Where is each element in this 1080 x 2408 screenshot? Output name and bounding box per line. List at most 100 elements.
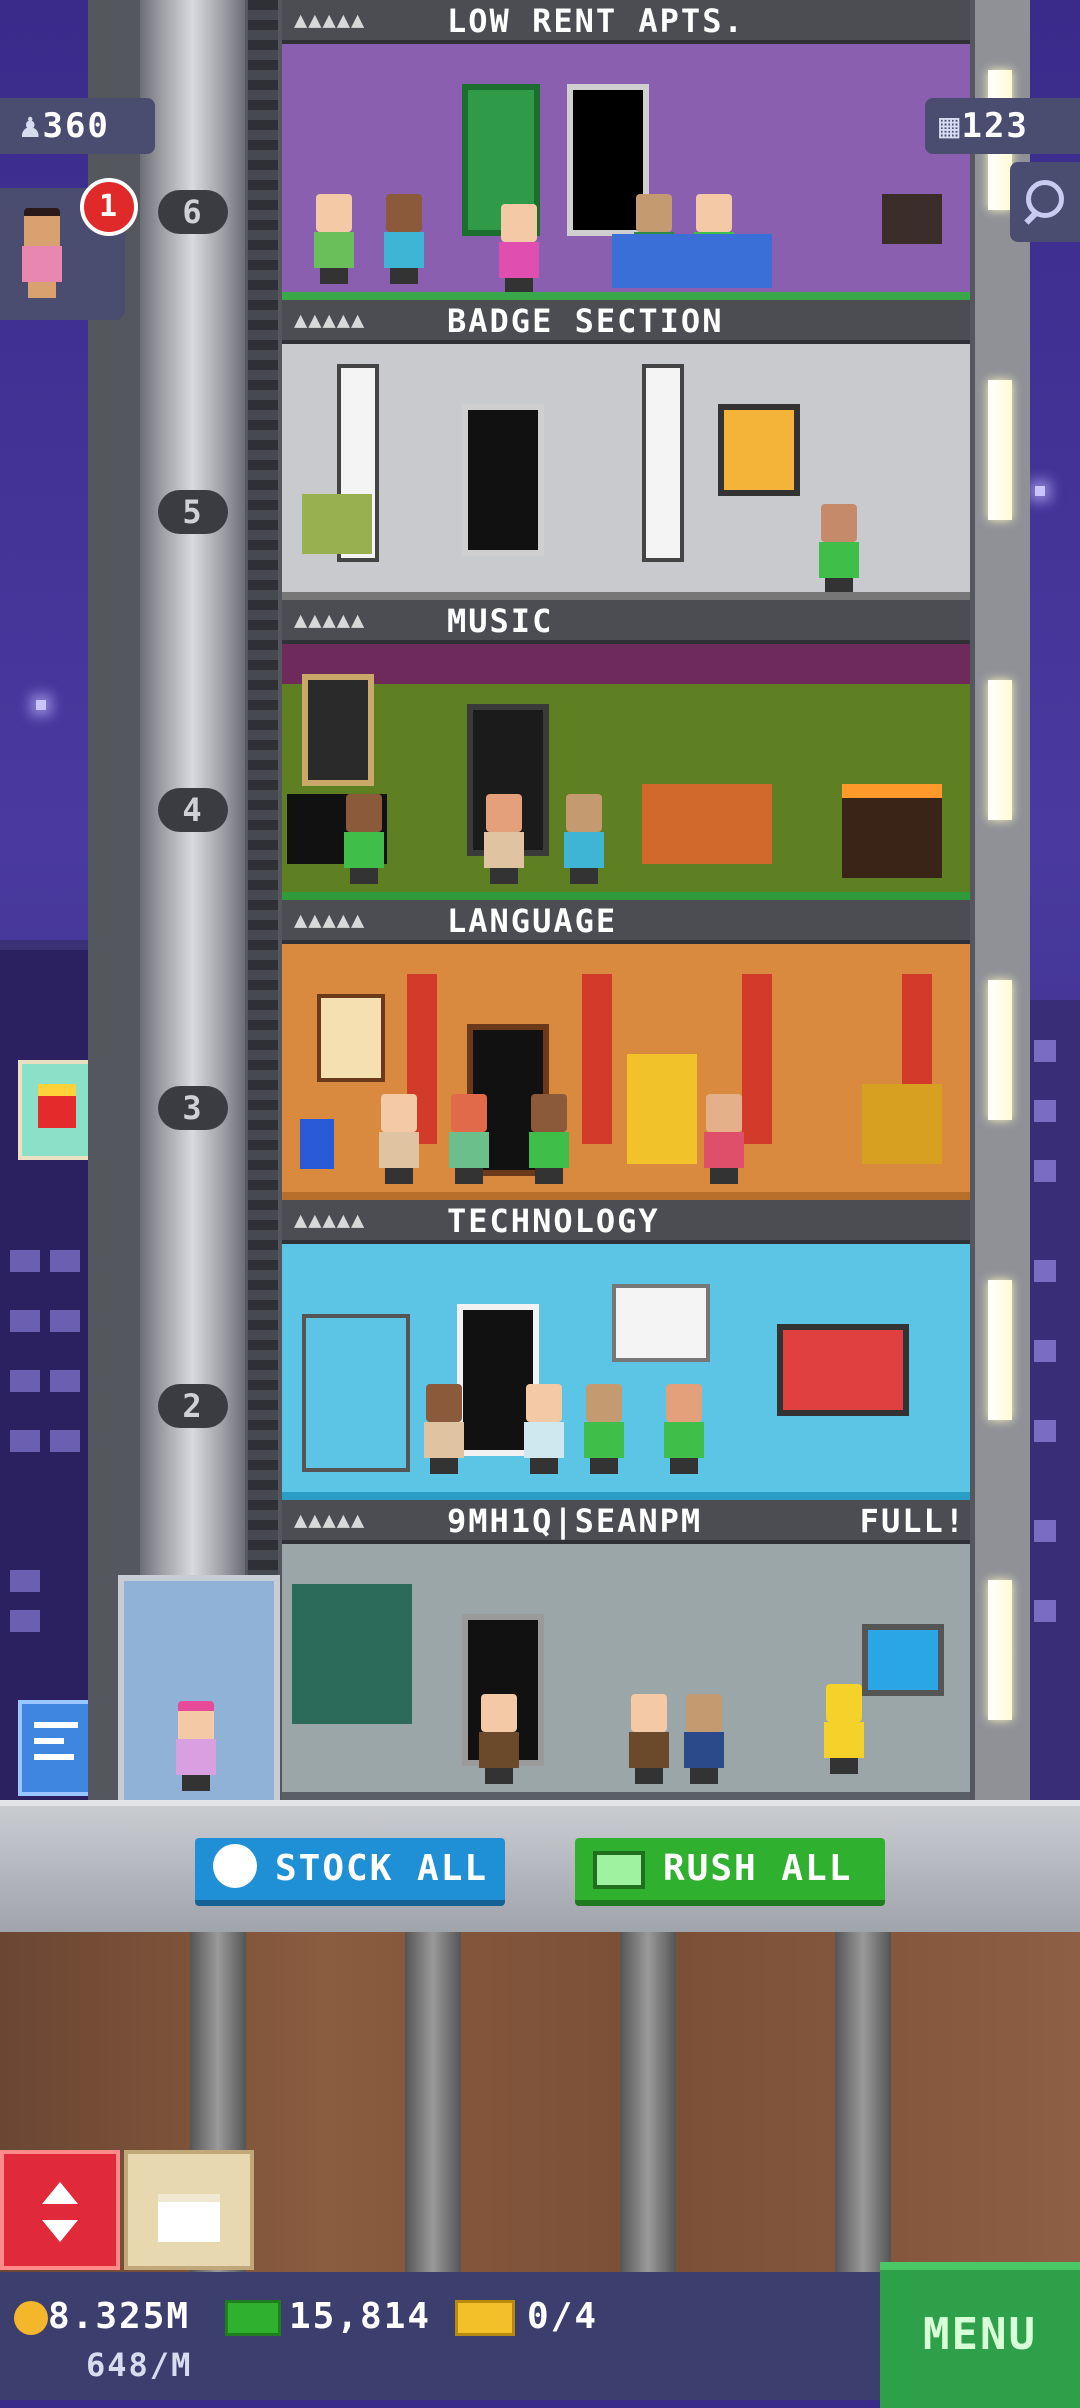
floor-label-bar: ▲▲▲▲▲ MUSIC (282, 600, 970, 644)
coins-display[interactable]: 8.325M (14, 2296, 190, 2337)
elevator-control-button[interactable] (0, 2150, 120, 2270)
floor-technology[interactable]: ▲▲▲▲▲ TECHNOLOGY (282, 1200, 970, 1500)
floor-number-5: 5 (158, 490, 228, 534)
star-icon (36, 700, 46, 710)
floor-label-bar: ▲▲▲▲▲ TECHNOLOGY (282, 1200, 970, 1244)
ticket-icon (455, 2300, 515, 2336)
coins-value: 8.325M (48, 2296, 191, 2337)
pillar (742, 974, 772, 1144)
floor-number-6: 6 (158, 190, 228, 234)
floor-count-value: 123 (961, 106, 1029, 146)
fries-icon (38, 1084, 76, 1128)
floor-label-bar: ▲▲▲▲▲ LOW RENT APTS. (282, 0, 970, 44)
golden-throne (627, 1054, 697, 1164)
cash-icon (225, 2300, 281, 2336)
occupancy-stars: ▲▲▲▲▲ (294, 8, 366, 33)
floor-room (282, 944, 970, 1196)
pillar (582, 974, 612, 1144)
box-icon (158, 2194, 220, 2242)
floor-full-status: FULL! (859, 1502, 966, 1540)
floor-name: BADGE SECTION (447, 302, 724, 340)
floor-room (282, 1244, 970, 1496)
scroll-painting (317, 994, 385, 1082)
action-bar (0, 1800, 1080, 1938)
floor-name: LOW RENT APTS. (447, 2, 745, 40)
coin-icon (14, 2301, 48, 2335)
tower-light (988, 680, 1012, 820)
elevator-shaft[interactable] (140, 0, 245, 1800)
big-screen (777, 1324, 909, 1416)
support-pillar (835, 1932, 891, 2272)
floor-number-3: 3 (158, 1086, 228, 1130)
painting (718, 404, 800, 496)
tower-light (988, 380, 1012, 520)
occupancy-stars: ▲▲▲▲▲ (294, 1208, 366, 1233)
computer-screen (862, 1624, 944, 1696)
rush-all-label: RUSH ALL (663, 1848, 853, 1889)
building-icon: ▦ (939, 106, 962, 146)
elevator-arrows-icon (42, 2182, 78, 2204)
elevator-rail (248, 0, 278, 1800)
floor-language[interactable]: ▲▲▲▲▲ LANGUAGE (282, 900, 970, 1200)
tickets-display[interactable]: 0/4 (455, 2296, 598, 2337)
tower-light (988, 1280, 1012, 1420)
avatar (20, 208, 64, 298)
floor-room (282, 644, 970, 896)
support-pillar (620, 1932, 676, 2272)
occupancy-stars: ▲▲▲▲▲ (294, 608, 366, 633)
cash-icon (593, 1851, 645, 1889)
inventory-box-button[interactable] (124, 2150, 254, 2270)
clock-icon (213, 1844, 257, 1888)
floor-lobby[interactable]: ▲▲▲▲▲ 9MH1Q|SEANPM FULL! (282, 1500, 970, 1800)
floor-name: TECHNOLOGY (447, 1202, 660, 1240)
population-value: 360 (42, 106, 110, 146)
tickets-value: 0/4 (527, 2296, 599, 2337)
shelf (302, 1314, 410, 1472)
floor-room (282, 1544, 970, 1796)
tower-light (988, 980, 1012, 1120)
golden-shrine (862, 1084, 942, 1164)
menu-button[interactable]: MENU (880, 2262, 1080, 2408)
bitizen-sign[interactable] (18, 1700, 96, 1796)
population-counter[interactable]: ♟360 (0, 98, 155, 154)
doorway (462, 404, 544, 556)
stock-all-label: STOCK ALL (275, 1848, 489, 1889)
fries-ad-button[interactable] (18, 1060, 96, 1160)
person-icon: ♟ (20, 106, 43, 146)
tv (882, 194, 942, 244)
floor-music[interactable]: ▲▲▲▲▲ MUSIC (282, 600, 970, 900)
tower-right-column (975, 0, 1030, 1800)
floor-room (282, 44, 970, 296)
elevator-car[interactable] (118, 1575, 280, 1807)
income-rate: 648/M (86, 2346, 193, 2384)
curtain-valance (282, 644, 970, 684)
floor-counter[interactable]: ▦123 (925, 98, 1080, 154)
notification-badge: 1 (80, 178, 138, 236)
vase (300, 1119, 334, 1169)
star-icon (1035, 486, 1045, 496)
floor-low-rent-apts[interactable]: ▲▲▲▲▲ LOW RENT APTS. (282, 0, 970, 300)
floor-label-bar: ▲▲▲▲▲ 9MH1Q|SEANPM FULL! (282, 1500, 970, 1544)
rush-all-button[interactable]: RUSH ALL (575, 1838, 885, 1906)
occupancy-stars: ▲▲▲▲▲ (294, 908, 366, 933)
tower-light (988, 1580, 1012, 1720)
search-button[interactable] (1010, 162, 1080, 242)
floor-number-4: 4 (158, 788, 228, 832)
display-case (292, 1584, 412, 1724)
floor-name: LANGUAGE (447, 902, 618, 940)
occupancy-stars: ▲▲▲▲▲ (294, 308, 366, 333)
stock-all-button[interactable]: STOCK ALL (195, 1838, 505, 1906)
bux-display[interactable]: 15,814 (225, 2296, 431, 2337)
window (302, 674, 374, 786)
pillar (642, 364, 684, 562)
floor-label-bar: ▲▲▲▲▲ LANGUAGE (282, 900, 970, 944)
armchair (302, 494, 372, 554)
floor-name: 9MH1Q|SEANPM (447, 1502, 703, 1540)
support-pillar (405, 1932, 461, 2272)
floor-badge-section[interactable]: ▲▲▲▲▲ BADGE SECTION (282, 300, 970, 600)
occupancy-stars: ▲▲▲▲▲ (294, 1508, 366, 1533)
floor-label-bar: ▲▲▲▲▲ BADGE SECTION (282, 300, 970, 344)
window (612, 1284, 710, 1362)
floor-name: MUSIC (447, 602, 554, 640)
blue-couch (612, 234, 772, 288)
